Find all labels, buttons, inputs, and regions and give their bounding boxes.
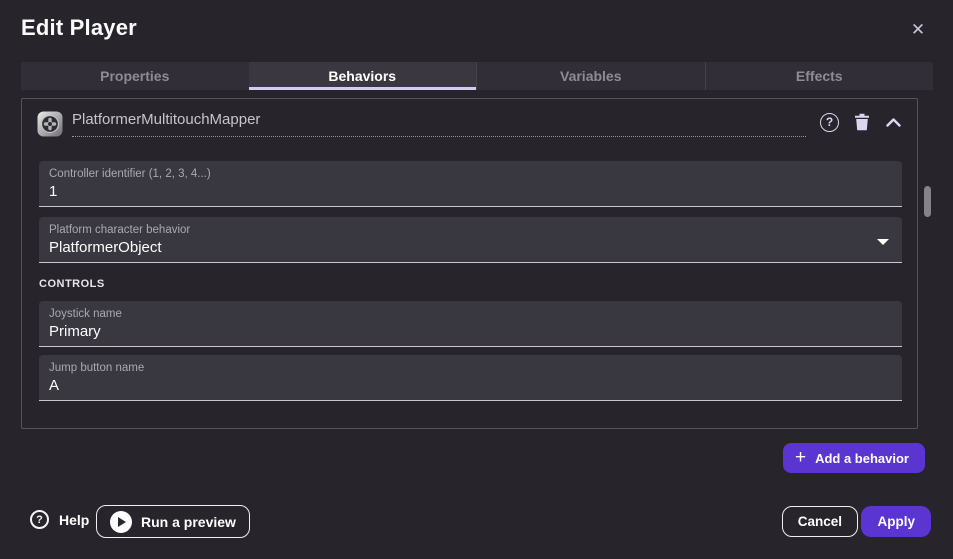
tab-effects[interactable]: Effects bbox=[705, 62, 934, 90]
cancel-button[interactable]: Cancel bbox=[782, 506, 858, 537]
add-behavior-button[interactable]: + Add a behavior bbox=[783, 443, 925, 473]
help-button[interactable]: ? Help bbox=[30, 510, 89, 529]
plus-icon: + bbox=[795, 448, 806, 467]
joystick-name-field[interactable]: Joystick name Primary bbox=[39, 301, 902, 347]
tab-bar: Properties Behaviors Variables Effects bbox=[21, 62, 933, 90]
tab-variables[interactable]: Variables bbox=[476, 62, 705, 90]
jump-button-name-field[interactable]: Jump button name A bbox=[39, 355, 902, 401]
run-preview-label: Run a preview bbox=[141, 514, 236, 530]
controller-identifier-field[interactable]: Controller identifier (1, 2, 3, 4...) 1 bbox=[39, 161, 902, 207]
edit-object-dialog: Edit Player ✕ Properties Behaviors Varia… bbox=[0, 0, 953, 559]
field-label: Controller identifier (1, 2, 3, 4...) bbox=[49, 168, 892, 180]
scrollbar-thumb[interactable] bbox=[924, 186, 931, 217]
behavior-header: PlatformerMultitouchMapper ? bbox=[37, 111, 902, 137]
apply-button[interactable]: Apply bbox=[861, 506, 931, 537]
chevron-up-icon[interactable] bbox=[885, 117, 902, 128]
help-icon[interactable]: ? bbox=[820, 113, 839, 132]
field-value: Primary bbox=[49, 323, 892, 340]
question-glyph: ? bbox=[820, 113, 839, 132]
behavior-gamepad-icon bbox=[37, 111, 63, 137]
behavior-name: PlatformerMultitouchMapper bbox=[72, 111, 260, 128]
behavior-header-actions: ? bbox=[820, 113, 902, 136]
field-label: Joystick name bbox=[49, 308, 892, 320]
field-value: A bbox=[49, 377, 892, 394]
field-value: 1 bbox=[49, 183, 892, 200]
behavior-name-field[interactable]: PlatformerMultitouchMapper bbox=[72, 111, 806, 137]
add-behavior-label: Add a behavior bbox=[815, 451, 909, 466]
field-value: PlatformerObject bbox=[49, 239, 892, 256]
close-icon[interactable]: ✕ bbox=[906, 18, 930, 42]
tab-behaviors[interactable]: Behaviors bbox=[249, 62, 477, 90]
page-title: Edit Player bbox=[21, 15, 137, 41]
platform-character-behavior-select[interactable]: Platform character behavior PlatformerOb… bbox=[39, 217, 902, 263]
behavior-panel: PlatformerMultitouchMapper ? bbox=[21, 98, 918, 429]
field-label: Jump button name bbox=[49, 362, 892, 374]
question-icon: ? bbox=[30, 510, 49, 529]
play-icon bbox=[110, 511, 132, 533]
run-preview-button[interactable]: Run a preview bbox=[96, 505, 250, 538]
help-label: Help bbox=[59, 512, 89, 528]
controls-section-title: CONTROLS bbox=[39, 278, 902, 290]
field-label: Platform character behavior bbox=[49, 224, 892, 236]
caret-down-icon bbox=[877, 239, 889, 245]
tab-properties[interactable]: Properties bbox=[21, 62, 249, 90]
trash-icon[interactable] bbox=[854, 113, 870, 131]
